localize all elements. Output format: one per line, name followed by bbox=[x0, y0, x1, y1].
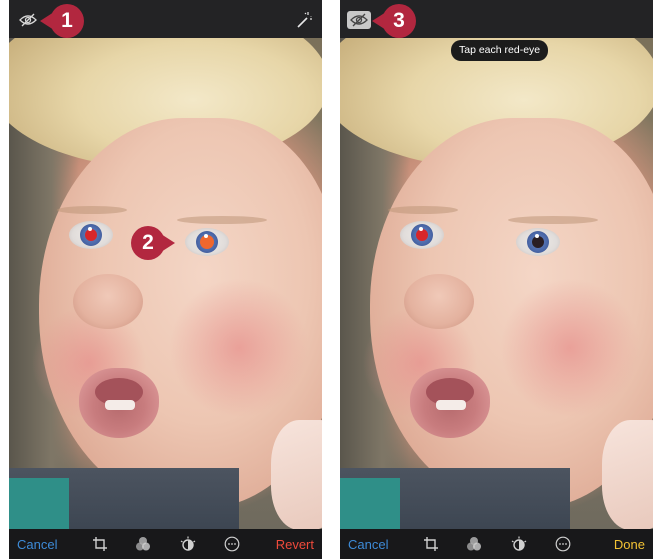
eye-glint bbox=[419, 227, 423, 231]
iris bbox=[196, 231, 218, 253]
filters-icon[interactable] bbox=[466, 536, 482, 552]
hand bbox=[271, 420, 322, 529]
teeth bbox=[105, 400, 135, 410]
photo[interactable] bbox=[9, 38, 322, 529]
callout-number: 2 bbox=[131, 226, 165, 260]
right-eye[interactable] bbox=[516, 228, 560, 256]
callout-1: 1 bbox=[40, 4, 84, 38]
teeth bbox=[436, 400, 466, 410]
iris bbox=[80, 224, 102, 246]
redeye-toggle-button[interactable] bbox=[16, 11, 40, 29]
red-pupil bbox=[85, 229, 97, 241]
nose bbox=[73, 274, 143, 329]
corrected-pupil bbox=[532, 236, 544, 248]
eye-glint bbox=[535, 234, 539, 238]
callout-2: 2 bbox=[131, 226, 175, 260]
iris bbox=[527, 231, 549, 253]
left-eye[interactable] bbox=[400, 221, 444, 249]
done-button[interactable]: Done bbox=[614, 537, 645, 552]
bottom-toolbar: Cancel Done bbox=[340, 529, 653, 559]
right-eyebrow bbox=[508, 216, 598, 224]
auto-enhance-button[interactable] bbox=[294, 10, 314, 30]
adjust-dial-icon[interactable] bbox=[511, 536, 527, 552]
mouth bbox=[410, 368, 490, 438]
mouth bbox=[79, 368, 159, 438]
right-eyebrow bbox=[177, 216, 267, 224]
instruction-tooltip: Tap each red-eye bbox=[451, 40, 549, 61]
shirt-detail bbox=[9, 478, 69, 529]
adjust-dial-icon[interactable] bbox=[180, 536, 196, 552]
eye-slash-icon bbox=[19, 13, 37, 27]
magic-wand-icon bbox=[297, 12, 312, 28]
filters-icon[interactable] bbox=[135, 536, 151, 552]
photo[interactable] bbox=[340, 38, 653, 529]
nose bbox=[404, 274, 474, 329]
callout-3: 3 bbox=[372, 4, 416, 38]
hand bbox=[602, 420, 653, 529]
revert-button[interactable]: Revert bbox=[276, 537, 314, 552]
callout-arrow bbox=[161, 234, 175, 252]
eye-glint bbox=[88, 227, 92, 231]
right-cheek bbox=[169, 278, 309, 418]
bottom-toolbar: Cancel Revert bbox=[9, 529, 322, 559]
eye-slash-icon bbox=[350, 13, 368, 27]
callout-number: 1 bbox=[50, 4, 84, 38]
crop-rotate-icon[interactable] bbox=[92, 536, 108, 552]
crop-rotate-icon[interactable] bbox=[423, 536, 439, 552]
iris bbox=[411, 224, 433, 246]
eye-glint bbox=[204, 234, 208, 238]
right-cheek bbox=[500, 278, 640, 418]
red-pupil bbox=[416, 229, 428, 241]
cancel-button[interactable]: Cancel bbox=[348, 537, 388, 552]
left-eye[interactable] bbox=[69, 221, 113, 249]
right-screen: Tap each red-eye Cancel Done bbox=[340, 0, 653, 559]
shirt-detail bbox=[340, 478, 400, 529]
more-icon[interactable] bbox=[555, 536, 571, 552]
callout-number: 3 bbox=[382, 4, 416, 38]
more-icon[interactable] bbox=[224, 536, 240, 552]
left-screen: Cancel Revert bbox=[9, 0, 322, 559]
left-eyebrow bbox=[388, 206, 458, 214]
cancel-button[interactable]: Cancel bbox=[17, 537, 57, 552]
right-eye[interactable] bbox=[185, 228, 229, 256]
left-eyebrow bbox=[57, 206, 127, 214]
redeye-toggle-button[interactable] bbox=[347, 11, 371, 29]
